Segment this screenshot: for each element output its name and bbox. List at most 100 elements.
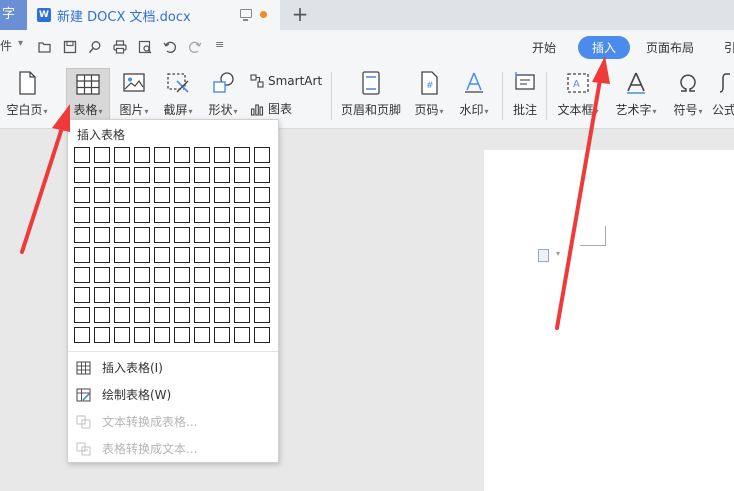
table-grid-cell[interactable] [234,167,250,183]
table-grid-cell[interactable] [94,207,110,223]
table-grid-cell[interactable] [154,187,170,203]
table-grid-cell[interactable] [134,327,150,343]
table-grid-cell[interactable] [134,267,150,283]
table-grid-cell[interactable] [154,207,170,223]
table-grid-cell[interactable] [234,307,250,323]
picture-button[interactable]: 图片▾ [114,64,154,124]
file-dropdown-chevron-icon[interactable]: ▾ [18,38,23,49]
table-grid-cell[interactable] [154,227,170,243]
table-grid-cell[interactable] [194,147,210,163]
table-grid-cell[interactable] [214,327,230,343]
table-grid-cell[interactable] [134,287,150,303]
table-grid-cell[interactable] [194,207,210,223]
table-grid-cell[interactable] [194,307,210,323]
table-grid-cell[interactable] [74,207,90,223]
table-grid-cell[interactable] [214,287,230,303]
tab-home[interactable]: 开始 [532,39,556,56]
table-grid-cell[interactable] [214,187,230,203]
table-grid-cell[interactable] [134,147,150,163]
table-grid-cell[interactable] [94,147,110,163]
table-grid-cell[interactable] [94,247,110,263]
table-grid-cell[interactable] [94,267,110,283]
table-grid-cell[interactable] [74,147,90,163]
table-grid-cell[interactable] [74,267,90,283]
table-grid-cell[interactable] [94,307,110,323]
table-grid-cell[interactable] [74,187,90,203]
new-tab-button[interactable]: + [290,3,310,27]
blank-page-button[interactable]: 空白页▾ [2,64,52,124]
app-tab-stub[interactable]: 字 [0,0,27,30]
table-grid-cell[interactable] [114,267,130,283]
monitor-icon[interactable] [240,9,252,21]
table-grid-cell[interactable] [94,327,110,343]
save-icon[interactable] [63,40,77,54]
paragraph-dropdown-chevron-icon[interactable]: ▾ [556,249,560,258]
table-grid-cell[interactable] [194,167,210,183]
table-grid-cell[interactable] [154,167,170,183]
table-button[interactable]: 表格▾ [66,68,110,120]
table-grid-cell[interactable] [134,187,150,203]
text-to-table-menu-item[interactable]: 文本转换成表格... [76,413,197,430]
table-grid-cell[interactable] [254,267,270,283]
table-grid-cell[interactable] [194,247,210,263]
table-grid-cell[interactable] [234,267,250,283]
table-grid-cell[interactable] [94,167,110,183]
table-grid-cell[interactable] [254,147,270,163]
table-grid-cell[interactable] [234,287,250,303]
table-grid-cell[interactable] [154,147,170,163]
table-grid-cell[interactable] [194,227,210,243]
table-grid-cell[interactable] [74,167,90,183]
table-grid-cell[interactable] [134,227,150,243]
table-grid-cell[interactable] [254,327,270,343]
insert-table-menu-item[interactable]: 插入表格(I) [76,359,163,376]
table-grid-cell[interactable] [174,267,190,283]
open-folder-icon[interactable] [38,40,52,54]
table-grid-cell[interactable] [114,187,130,203]
table-grid-cell[interactable] [94,287,110,303]
table-grid-cell[interactable] [74,287,90,303]
paragraph-layout-icon[interactable] [538,249,549,262]
table-grid-cell[interactable] [134,307,150,323]
table-grid-cell[interactable] [174,207,190,223]
table-grid-cell[interactable] [174,147,190,163]
table-grid-cell[interactable] [254,227,270,243]
table-grid-cell[interactable] [234,327,250,343]
print-preview-icon[interactable] [138,40,152,54]
table-grid-cell[interactable] [94,187,110,203]
tab-insert[interactable]: 插入 [578,36,631,59]
table-grid-cell[interactable] [114,307,130,323]
table-grid-cell[interactable] [154,267,170,283]
table-grid-cell[interactable] [174,247,190,263]
table-grid-cell[interactable] [134,167,150,183]
print-icon[interactable] [113,40,127,54]
table-grid-cell[interactable] [254,287,270,303]
table-grid-cell[interactable] [254,207,270,223]
table-grid-cell[interactable] [154,247,170,263]
table-grid-cell[interactable] [114,227,130,243]
table-grid-cell[interactable] [214,267,230,283]
table-grid-cell[interactable] [114,247,130,263]
customize-toolbar-icon[interactable]: ≡ [215,38,224,51]
find-icon[interactable] [88,40,102,54]
table-grid-cell[interactable] [214,307,230,323]
comment-button[interactable]: 批注 [507,64,543,124]
table-grid-cell[interactable] [214,227,230,243]
table-grid-cell[interactable] [74,307,90,323]
table-grid-cell[interactable] [234,207,250,223]
page-number-button[interactable]: # 页码▾ [408,64,450,124]
table-grid-cell[interactable] [114,207,130,223]
table-grid-cell[interactable] [154,287,170,303]
table-grid-cell[interactable] [214,147,230,163]
table-grid-cell[interactable] [194,327,210,343]
document-page[interactable] [484,150,734,491]
symbol-button[interactable]: 符号▾ [668,64,708,124]
wordart-button[interactable]: 艺术字▾ [610,64,662,124]
table-grid-cell[interactable] [254,187,270,203]
table-grid-cell[interactable] [114,287,130,303]
table-grid-cell[interactable] [94,227,110,243]
table-grid-cell[interactable] [174,187,190,203]
table-grid-cell[interactable] [234,147,250,163]
table-grid-cell[interactable] [254,247,270,263]
shapes-button[interactable]: 形状▾ [202,64,244,124]
redo-icon[interactable] [188,40,202,54]
